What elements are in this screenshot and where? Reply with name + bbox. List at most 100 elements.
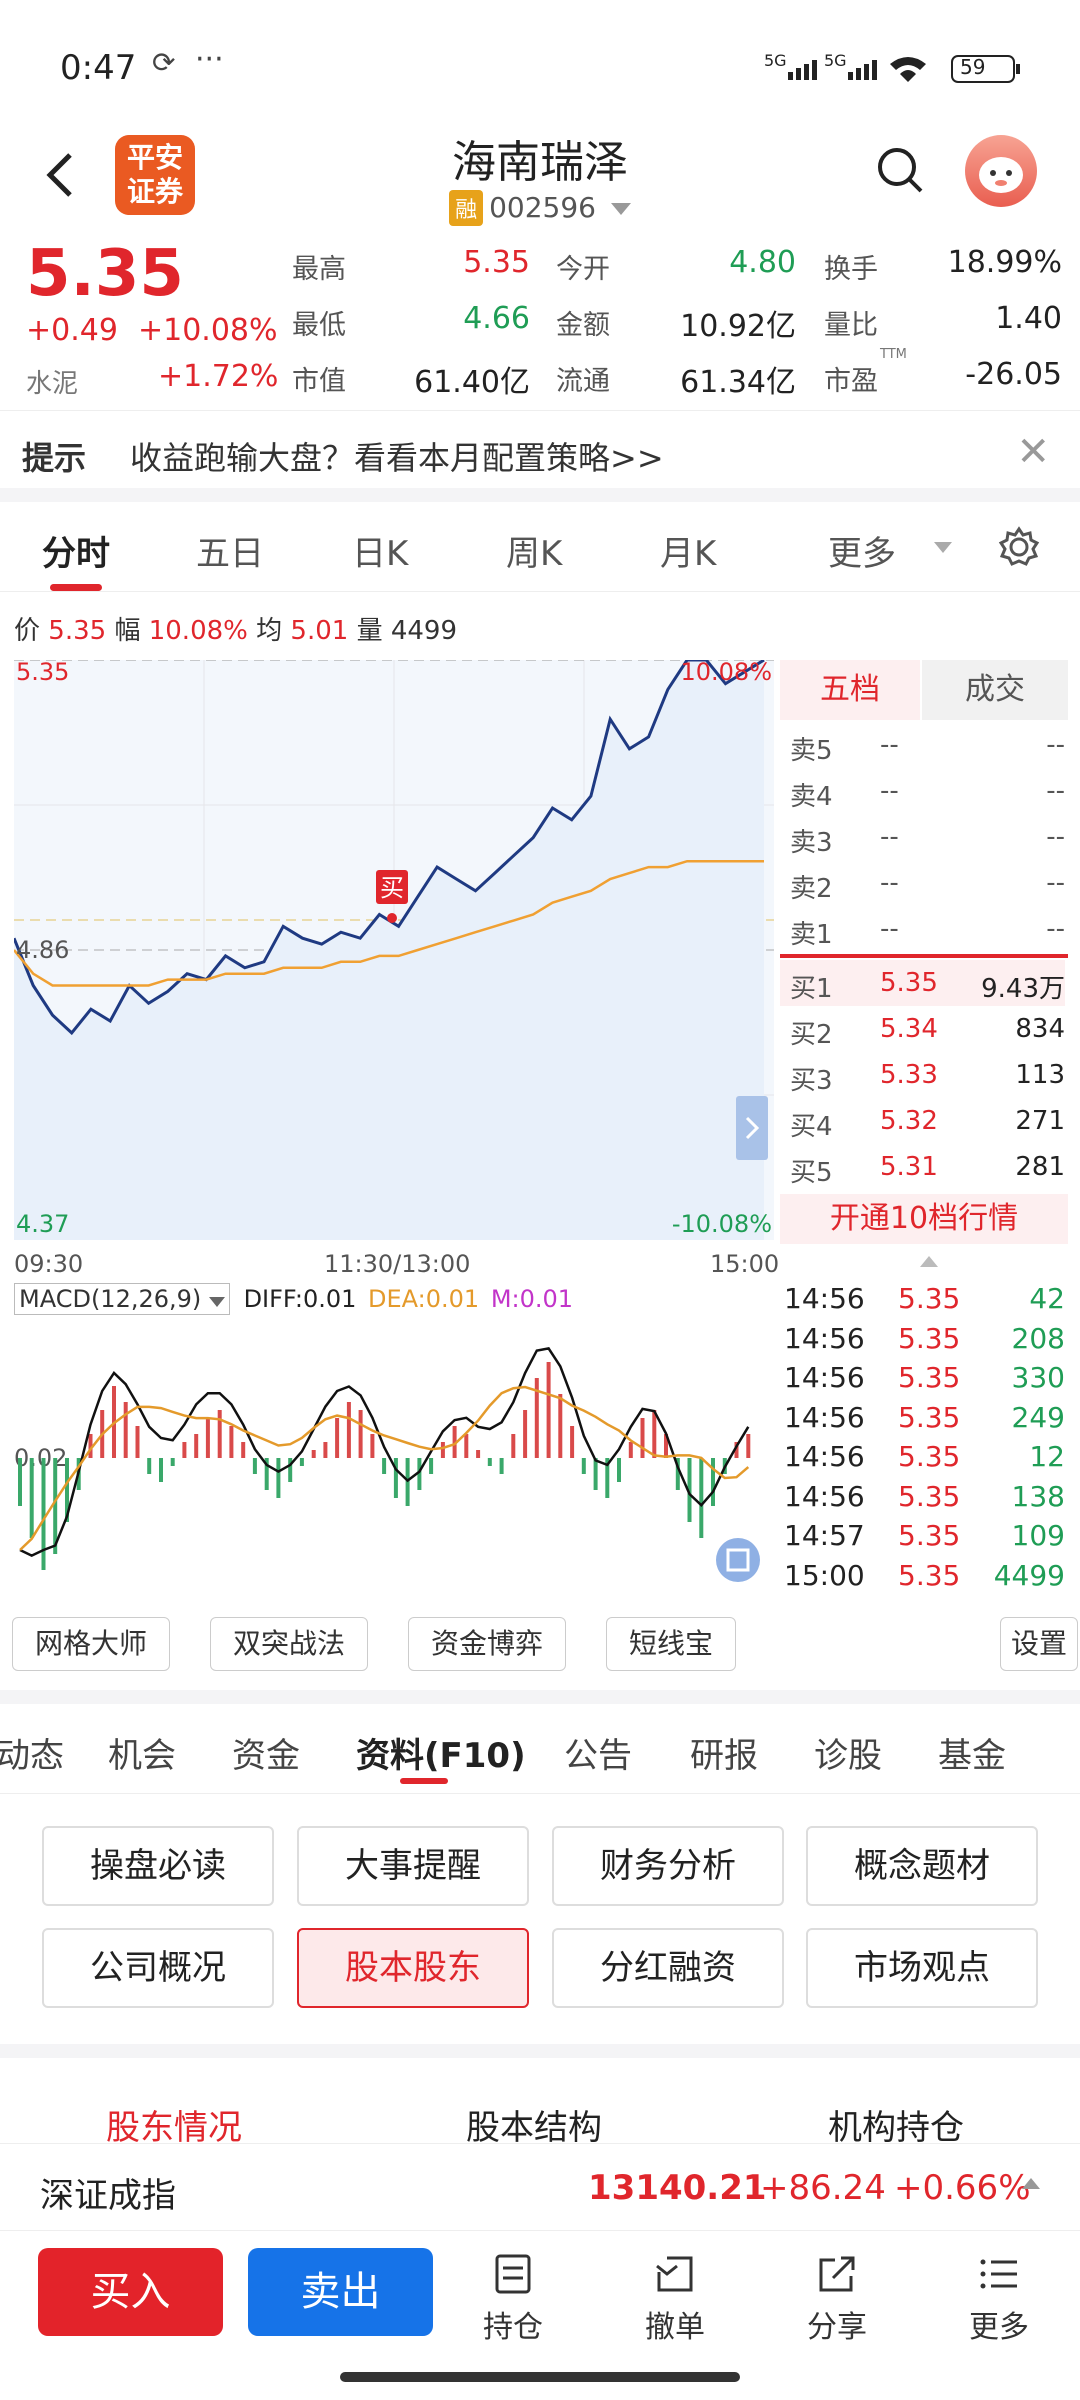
bid-volume: 834 <box>1015 1014 1065 1044</box>
tab-research[interactable]: 研报 <box>690 1728 758 1777</box>
time-close: 15:00 <box>710 1250 780 1278</box>
tool-grid-master[interactable]: 网格大师 <box>12 1617 170 1671</box>
macd-bar <box>311 1450 316 1458</box>
macd-bar <box>323 1442 328 1458</box>
nav-cancel-order[interactable]: 撤单 <box>615 2252 735 2346</box>
tab-dynamics[interactable]: 动态 <box>0 1728 64 1777</box>
caret-up-icon[interactable] <box>1022 2178 1040 2189</box>
macd-selector[interactable]: MACD(12,26,9) <box>14 1283 230 1315</box>
ask-row[interactable]: 卖2 -- -- <box>780 860 1065 906</box>
tab-five-day[interactable]: 五日 <box>196 526 264 575</box>
tick-time: 14:56 <box>784 1400 865 1434</box>
tick-row: 14:56 5.35 330 <box>780 1361 1065 1401</box>
intraday-chart[interactable]: 5.35 4.86 4.37 10.08% -10.08% 买 <box>14 660 774 1250</box>
tab-announcement[interactable]: 公告 <box>564 1728 632 1777</box>
sell-button[interactable]: 卖出 <box>248 2248 433 2336</box>
f10-btn-market-views[interactable]: 市场观点 <box>806 1928 1038 2008</box>
ask-volume: -- <box>1046 730 1065 760</box>
bid-row[interactable]: 买3 5.33 113 <box>780 1052 1065 1098</box>
sector-name[interactable]: 水泥 <box>26 363 78 400</box>
macd-bar <box>299 1458 304 1466</box>
tab-diagnosis[interactable]: 诊股 <box>814 1728 882 1777</box>
bid-row[interactable]: 买4 5.32 271 <box>780 1098 1065 1144</box>
tab-intraday[interactable]: 分时 <box>42 526 110 575</box>
tick-price: 5.35 <box>898 1519 961 1552</box>
search-icon[interactable] <box>875 145 925 195</box>
index-ticker[interactable]: 深证成指 13140.21 +86.24 +0.66% <box>0 2143 1080 2231</box>
tab-fund[interactable]: 基金 <box>938 1728 1006 1777</box>
macd-bar <box>276 1458 281 1498</box>
tick-volume: 249 <box>1011 1400 1065 1434</box>
tick-price: 5.35 <box>898 1321 961 1355</box>
tab-opportunity[interactable]: 机会 <box>108 1728 176 1777</box>
close-icon[interactable]: ✕ <box>1016 429 1050 475</box>
nav-positions[interactable]: 持仓 <box>453 2252 573 2346</box>
info-price: 5.35 <box>48 616 107 646</box>
tip-banner[interactable]: 提示 收益跑输大盘？看看本月配置策略>> ✕ <box>0 410 1080 490</box>
divider <box>0 1690 1080 1704</box>
settings-button[interactable]: 设置 <box>1000 1617 1078 1671</box>
caret-up-icon[interactable] <box>920 1256 938 1267</box>
ask-row[interactable]: 卖3 -- -- <box>780 814 1065 860</box>
quote-label: 今开 <box>556 254 610 285</box>
home-indicator[interactable] <box>340 2372 740 2382</box>
bid-row[interactable]: 买1 5.35 9.43万 <box>780 960 1065 1006</box>
bid-volume: 9.43万 <box>981 974 1065 1004</box>
tab-funds[interactable]: 资金 <box>232 1728 300 1777</box>
buy-button[interactable]: 买入 <box>38 2248 223 2336</box>
f10-btn-dividend-financing[interactable]: 分红融资 <box>552 1928 784 2008</box>
ask-label: 卖1 <box>790 920 833 950</box>
macd-bar <box>640 1418 645 1458</box>
bid-label: 买2 <box>790 1020 833 1050</box>
tab-five-levels[interactable]: 五档 <box>780 660 920 720</box>
bid-row[interactable]: 买2 5.34 834 <box>780 1006 1065 1052</box>
tab-f10[interactable]: 资料(F10) <box>356 1728 526 1777</box>
signal-icon <box>788 60 817 80</box>
f10-btn-events[interactable]: 大事提醒 <box>297 1826 529 1906</box>
wifi-icon <box>890 57 926 82</box>
caret-down-icon <box>934 542 952 553</box>
ask-row[interactable]: 卖4 -- -- <box>780 768 1065 814</box>
bid-row[interactable]: 买5 5.31 281 <box>780 1144 1065 1190</box>
tab-deals[interactable]: 成交 <box>922 660 1068 720</box>
ask-row[interactable]: 卖5 -- -- <box>780 722 1065 768</box>
tab-more[interactable]: 更多 <box>828 526 896 575</box>
tool-double-break[interactable]: 双突战法 <box>210 1617 368 1671</box>
tab-daily-k[interactable]: 日K <box>352 526 408 575</box>
subtab-share-structure[interactable]: 股本结构 <box>466 2100 602 2149</box>
f10-btn-financial-analysis[interactable]: 财务分析 <box>552 1826 784 1906</box>
tab-weekly-k[interactable]: 周K <box>506 526 562 575</box>
sector-change: +1.72% <box>158 359 279 394</box>
macd-bar <box>205 1418 210 1458</box>
f10-btn-must-read[interactable]: 操盘必读 <box>42 1826 274 1906</box>
stock-code-line[interactable]: 融 002596 <box>0 190 1080 226</box>
bid-volume: 113 <box>1015 1060 1065 1090</box>
nav-share[interactable]: 分享 <box>777 2252 897 2346</box>
macd-y-label: 0.02 <box>14 1444 67 1472</box>
collapse-icon[interactable] <box>716 1538 760 1582</box>
tip-text[interactable]: 收益跑输大盘？看看本月配置策略>> <box>130 433 664 479</box>
tab-monthly-k[interactable]: 月K <box>660 526 716 575</box>
f10-btn-company-profile[interactable]: 公司概况 <box>42 1928 274 2008</box>
bid-volume: 271 <box>1015 1106 1065 1136</box>
tool-short-term[interactable]: 短线宝 <box>606 1617 736 1671</box>
macd-bar <box>440 1442 445 1458</box>
gear-icon[interactable] <box>998 526 1040 568</box>
tool-fund-game[interactable]: 资金博弈 <box>408 1617 566 1671</box>
tick-price: 5.35 <box>898 1361 961 1394</box>
ask-price: -- <box>880 868 899 898</box>
subtab-shareholders[interactable]: 股东情况 <box>106 2100 242 2149</box>
level10-button[interactable]: 开通10档行情 <box>780 1194 1068 1244</box>
f10-btn-shares-holders[interactable]: 股本股东 <box>297 1928 529 2008</box>
nav-more[interactable]: 更多 <box>939 2252 1059 2346</box>
f10-btn-concepts[interactable]: 概念题材 <box>806 1826 1038 1906</box>
subtab-institutions[interactable]: 机构持仓 <box>828 2100 964 2149</box>
avatar[interactable] <box>965 135 1037 207</box>
expand-right-button[interactable] <box>736 1096 768 1160</box>
diff-line <box>19 1347 750 1557</box>
index-pct: +0.66% <box>894 2168 1031 2208</box>
macd-chart[interactable]: 0.02 <box>14 1318 774 1600</box>
macd-bar <box>182 1442 187 1458</box>
ask-row[interactable]: 卖1 -- -- <box>780 906 1065 952</box>
macd-bar <box>711 1458 715 1506</box>
